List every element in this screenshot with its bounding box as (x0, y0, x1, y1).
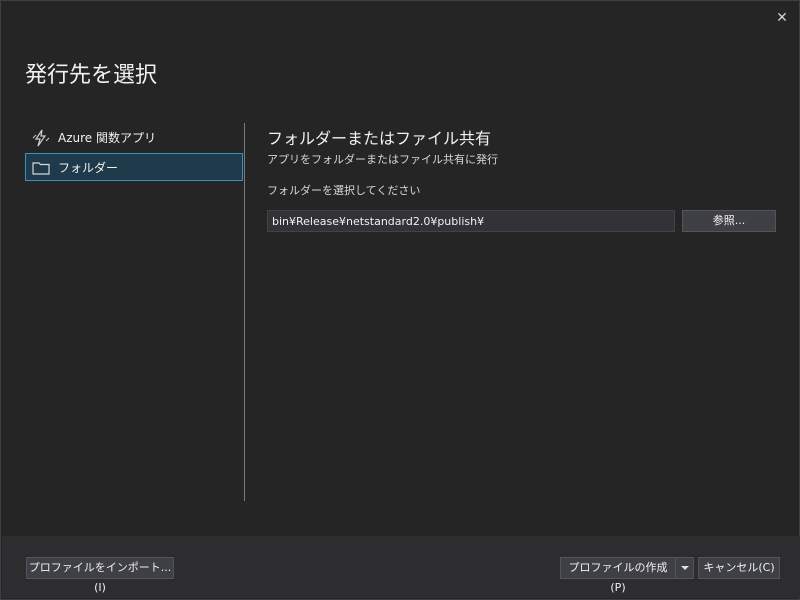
cancel-button[interactable]: キャンセル(C) (698, 557, 780, 579)
create-profile-button[interactable]: プロファイルの作成(P) (560, 557, 676, 594)
folder-settings-panel: フォルダーまたはファイル共有 アプリをフォルダーまたはファイル共有に発行 フォル… (267, 125, 777, 232)
dialog-footer: プロファイルをインポート...(I) プロファイルの作成(P) キャンセル(C) (2, 536, 800, 598)
sidebar-item-label: Azure 関数アプリ (58, 131, 156, 145)
browse-button[interactable]: 参照... (682, 210, 776, 232)
lightning-icon (32, 129, 50, 147)
create-profile-dropdown[interactable] (675, 557, 694, 579)
panel-heading: フォルダーまたはファイル共有 (267, 129, 492, 148)
publish-target-dialog: ✕ 発行先を選択 Azure 関数アプリ フォルダー フォルダーまたはファイル共… (0, 0, 800, 600)
sidebar-item-label: フォルダー (58, 161, 119, 175)
panel-subheading: アプリをフォルダーまたはファイル共有に発行 (267, 153, 498, 166)
target-list: Azure 関数アプリ フォルダー (25, 123, 243, 183)
chevron-down-icon (680, 566, 689, 570)
sidebar-item-azure-functions[interactable]: Azure 関数アプリ (25, 123, 243, 151)
close-icon: ✕ (776, 10, 788, 26)
dialog-title: 発行先を選択 (25, 63, 158, 88)
sidebar-item-folder[interactable]: フォルダー (25, 153, 243, 181)
close-button[interactable]: ✕ (774, 10, 790, 26)
folder-field-label: フォルダーを選択してください (267, 184, 421, 197)
folder-path-input[interactable] (267, 210, 675, 232)
folder-icon (32, 162, 50, 175)
vertical-divider (244, 123, 245, 501)
import-profile-button[interactable]: プロファイルをインポート...(I) (26, 557, 174, 594)
